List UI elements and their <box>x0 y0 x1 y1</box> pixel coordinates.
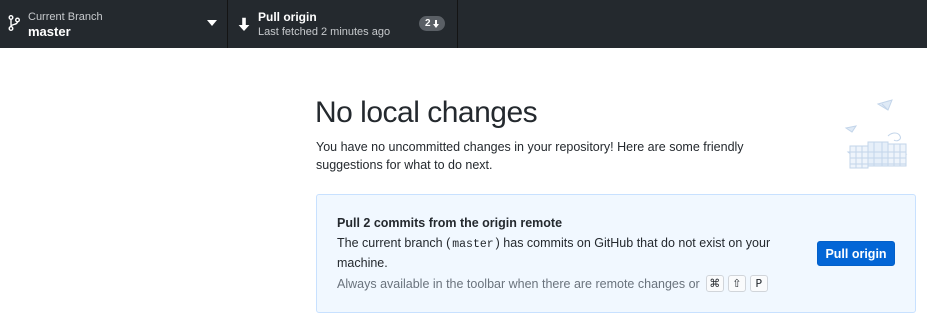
current-branch-dropdown[interactable]: Current Branch master <box>0 0 228 48</box>
command-key: ⌘ <box>705 275 724 292</box>
incoming-commits-badge: 2 <box>419 16 445 31</box>
shortcut-hint: Always available in the toolbar when the… <box>337 275 768 292</box>
empty-state-illustration <box>844 99 908 169</box>
current-branch-name: master <box>28 24 71 39</box>
shortcut-keys: ⌘ ⇧ P <box>705 275 768 292</box>
pull-origin-title: Pull origin <box>258 10 317 24</box>
pull-origin-action-button[interactable]: Pull origin <box>817 241 895 266</box>
p-key: P <box>749 275 768 292</box>
arrow-down-small-icon <box>432 19 439 28</box>
branch-name-code: master <box>452 238 494 251</box>
arrow-down-icon <box>238 17 250 31</box>
page-title: No local changes <box>315 96 538 129</box>
git-branch-icon <box>8 15 20 31</box>
app-toolbar: Current Branch master Pull origin Last f… <box>0 0 927 48</box>
incoming-commits-count: 2 <box>425 18 431 29</box>
card-title: Pull 2 commits from the origin remote <box>337 216 563 230</box>
intro-text: You have no uncommitted changes in your … <box>316 140 744 172</box>
shift-key: ⇧ <box>727 275 746 292</box>
triangle-down-icon <box>207 20 217 26</box>
current-branch-title: Current Branch <box>28 11 103 23</box>
card-description: The current branch (master) has commits … <box>337 234 797 272</box>
shortcut-hint-text: Always available in the toolbar when the… <box>337 276 700 291</box>
pull-suggestion-card: Pull 2 commits from the origin remote Th… <box>316 194 916 313</box>
last-fetched-text: Last fetched 2 minutes ago <box>258 26 391 38</box>
card-description-start: The current branch ( <box>337 236 451 250</box>
